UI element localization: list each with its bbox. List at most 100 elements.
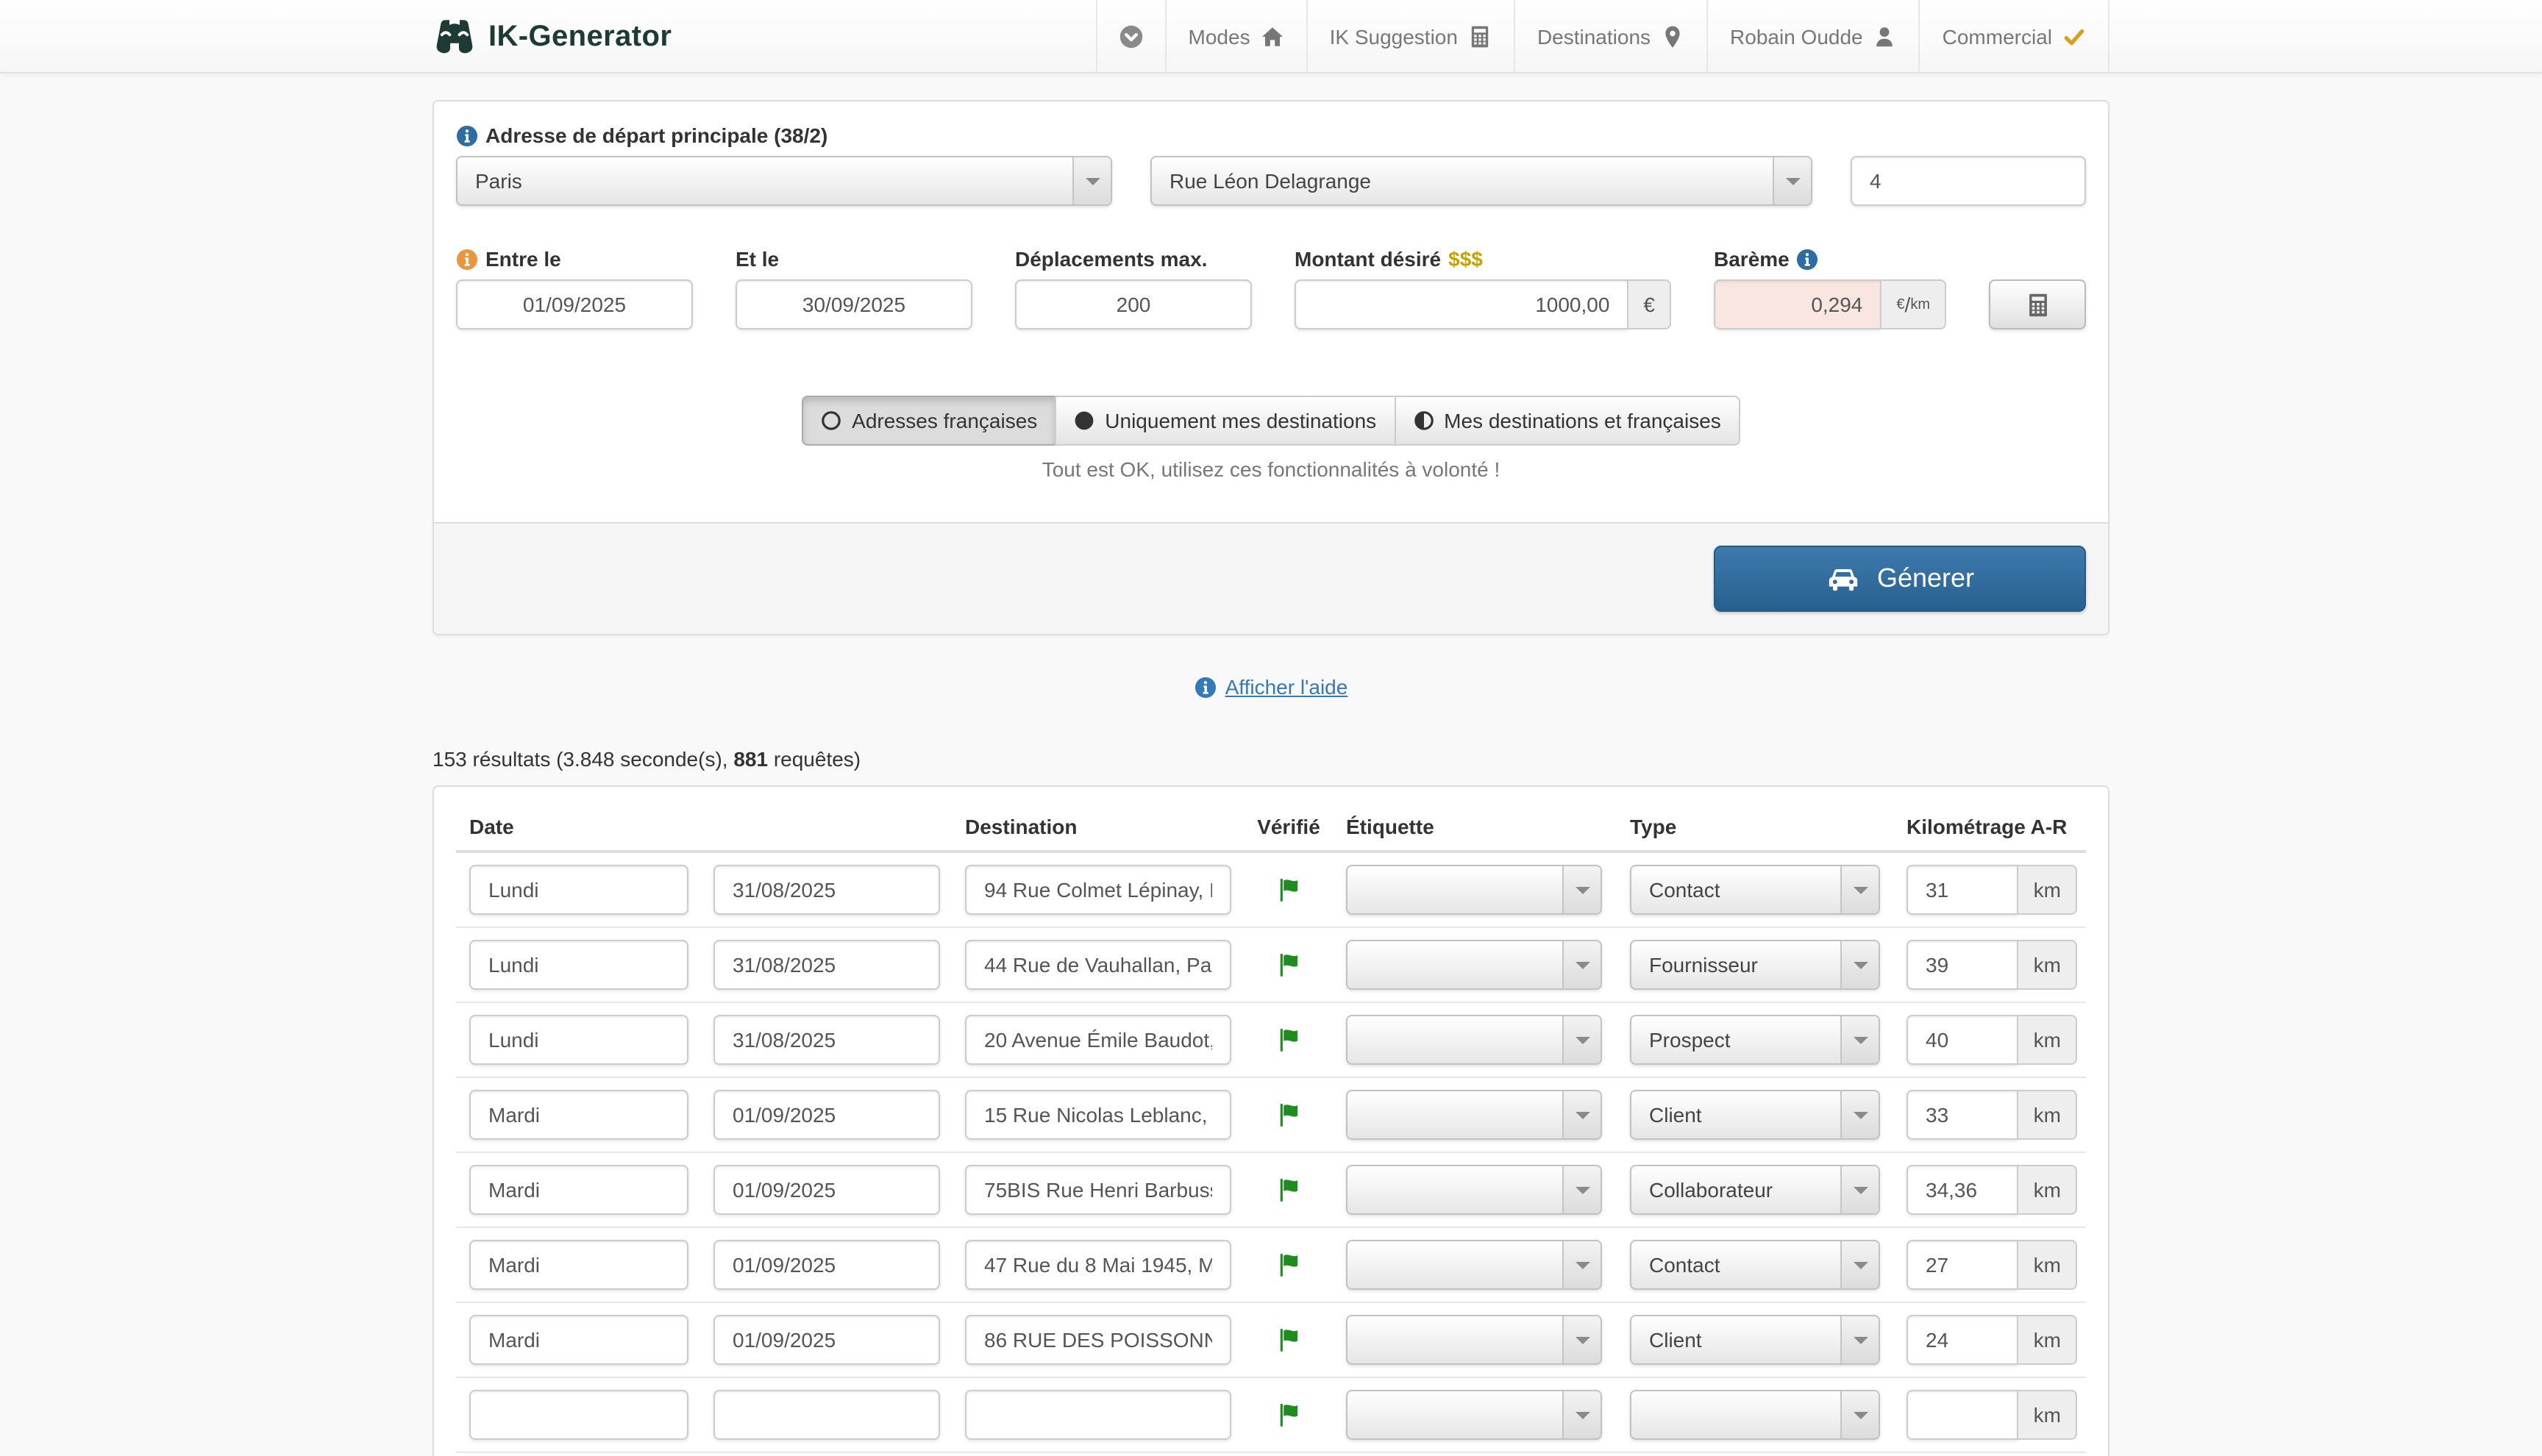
tag-select[interactable] bbox=[1346, 864, 1602, 914]
max-trips-label: Déplacements max. bbox=[1015, 247, 1252, 271]
status-text: Tout est OK, utilisez ces fonctionnalité… bbox=[456, 457, 2086, 481]
type-select[interactable]: Client bbox=[1630, 1089, 1880, 1139]
desired-amount-label: Montant désiré $$$ bbox=[1295, 247, 1671, 271]
street-number-input[interactable] bbox=[1851, 156, 2086, 206]
generate-button[interactable]: Génerer bbox=[1714, 546, 2086, 612]
until-label: Et le bbox=[736, 247, 972, 271]
date-input[interactable] bbox=[713, 1389, 940, 1439]
type-select[interactable]: Prospect bbox=[1630, 1014, 1880, 1064]
city-select[interactable]: Paris bbox=[456, 156, 1112, 206]
day-input[interactable] bbox=[469, 939, 688, 989]
km-input[interactable] bbox=[1906, 1239, 2019, 1289]
day-input[interactable] bbox=[469, 864, 688, 914]
nav-item-dropdown[interactable] bbox=[1096, 0, 1165, 74]
calculator-icon bbox=[1468, 25, 1492, 49]
tag-select[interactable] bbox=[1346, 1089, 1602, 1139]
date-input[interactable] bbox=[713, 1164, 940, 1214]
mode-my-destinations[interactable]: Uniquement mes destinations bbox=[1055, 396, 1395, 446]
type-select[interactable]: Contact bbox=[1630, 1239, 1880, 1289]
info-orange-icon bbox=[456, 248, 478, 270]
nav-item-ik-suggestion[interactable]: IK Suggestion bbox=[1306, 0, 1514, 74]
day-input[interactable] bbox=[469, 1089, 688, 1139]
destination-input[interactable] bbox=[965, 1089, 1231, 1139]
city-select-value: Paris bbox=[458, 157, 1072, 204]
column-tag: Étiquette bbox=[1346, 814, 1630, 838]
km-group: km bbox=[1906, 1389, 2077, 1439]
verified-flag-icon bbox=[1231, 1176, 1346, 1202]
date-start-input[interactable] bbox=[456, 279, 693, 329]
date-input[interactable] bbox=[713, 939, 940, 989]
destination-input[interactable] bbox=[965, 1239, 1231, 1289]
km-input[interactable] bbox=[1906, 1089, 2019, 1139]
km-addon: km bbox=[2019, 1089, 2077, 1139]
chevron-down-icon bbox=[1840, 1316, 1879, 1363]
nav-item-user[interactable]: Robain Oudde bbox=[1706, 0, 1919, 74]
km-addon: km bbox=[2019, 1314, 2077, 1364]
destination-input[interactable] bbox=[965, 864, 1231, 914]
day-input[interactable] bbox=[469, 1164, 688, 1214]
mode-french-addresses[interactable]: Adresses françaises bbox=[802, 396, 1056, 446]
km-addon: km bbox=[2019, 1389, 2077, 1439]
type-select[interactable]: Client bbox=[1630, 1314, 1880, 1364]
km-input[interactable] bbox=[1906, 1389, 2019, 1439]
date-end-input[interactable] bbox=[736, 279, 972, 329]
page: IK-Generator Modes IK Suggestio bbox=[0, 0, 2542, 1456]
bareme-input[interactable] bbox=[1714, 279, 1881, 329]
km-input[interactable] bbox=[1906, 1314, 2019, 1364]
column-date: Date bbox=[469, 814, 965, 838]
tag-select[interactable] bbox=[1346, 1389, 1602, 1439]
date-input[interactable] bbox=[713, 1089, 940, 1139]
verified-flag-icon bbox=[1231, 1101, 1346, 1127]
km-addon: km bbox=[2019, 1164, 2077, 1214]
destination-input[interactable] bbox=[965, 1014, 1231, 1064]
column-destination: Destination bbox=[965, 814, 1231, 838]
destination-input[interactable] bbox=[965, 1164, 1231, 1214]
nav-item-label: IK Suggestion bbox=[1330, 25, 1458, 49]
date-input[interactable] bbox=[713, 1314, 940, 1364]
max-trips-input[interactable] bbox=[1015, 279, 1252, 329]
chevron-down-icon bbox=[1562, 1241, 1601, 1288]
chevron-down-icon bbox=[1562, 1091, 1601, 1138]
column-type: Type bbox=[1630, 814, 1906, 838]
type-select[interactable]: Fournisseur bbox=[1630, 939, 1880, 989]
user-icon bbox=[1873, 25, 1897, 49]
destination-input[interactable] bbox=[965, 1314, 1231, 1364]
navbar-brand[interactable]: IK-Generator bbox=[432, 0, 672, 74]
km-input[interactable] bbox=[1906, 939, 2019, 989]
date-input[interactable] bbox=[713, 1014, 940, 1064]
table-row: Prospect km bbox=[456, 1002, 2086, 1077]
destination-input[interactable] bbox=[965, 1389, 1231, 1439]
km-input[interactable] bbox=[1906, 1014, 2019, 1064]
mode-both[interactable]: Mes destinations et françaises bbox=[1394, 396, 1740, 446]
tag-select[interactable] bbox=[1346, 1014, 1602, 1064]
tag-select[interactable] bbox=[1346, 1164, 1602, 1214]
address-label: Adresse de départ principale (38/2) bbox=[456, 124, 2086, 147]
street-select[interactable]: Rue Léon Delagrange bbox=[1150, 156, 1812, 206]
tag-select[interactable] bbox=[1346, 939, 1602, 989]
day-input[interactable] bbox=[469, 1014, 688, 1064]
date-input[interactable] bbox=[713, 864, 940, 914]
date-input[interactable] bbox=[713, 1239, 940, 1289]
type-select[interactable]: Contact bbox=[1630, 864, 1880, 914]
type-select[interactable] bbox=[1630, 1389, 1880, 1439]
show-help-link[interactable]: Afficher l'aide bbox=[1195, 675, 1348, 699]
nav-item-commercial[interactable]: Commercial bbox=[1919, 0, 2110, 74]
nav-item-label: Robain Oudde bbox=[1730, 25, 1863, 49]
tag-select[interactable] bbox=[1346, 1239, 1602, 1289]
form-footer: Génerer bbox=[434, 522, 2108, 634]
type-select[interactable]: Collaborateur bbox=[1630, 1164, 1880, 1214]
km-group: km bbox=[1906, 939, 2077, 989]
calculator-button[interactable] bbox=[1989, 279, 2086, 329]
day-input[interactable] bbox=[469, 1314, 688, 1364]
km-input[interactable] bbox=[1906, 864, 2019, 914]
day-input[interactable] bbox=[469, 1389, 688, 1439]
nav-item-modes[interactable]: Modes bbox=[1165, 0, 1306, 74]
nav-item-destinations[interactable]: Destinations bbox=[1514, 0, 1706, 74]
desired-amount-input[interactable] bbox=[1295, 279, 1628, 329]
chevron-down-icon bbox=[1562, 1166, 1601, 1213]
day-input[interactable] bbox=[469, 1239, 688, 1289]
verified-flag-icon bbox=[1231, 1251, 1346, 1277]
destination-input[interactable] bbox=[965, 939, 1231, 989]
km-input[interactable] bbox=[1906, 1164, 2019, 1214]
tag-select[interactable] bbox=[1346, 1314, 1602, 1364]
